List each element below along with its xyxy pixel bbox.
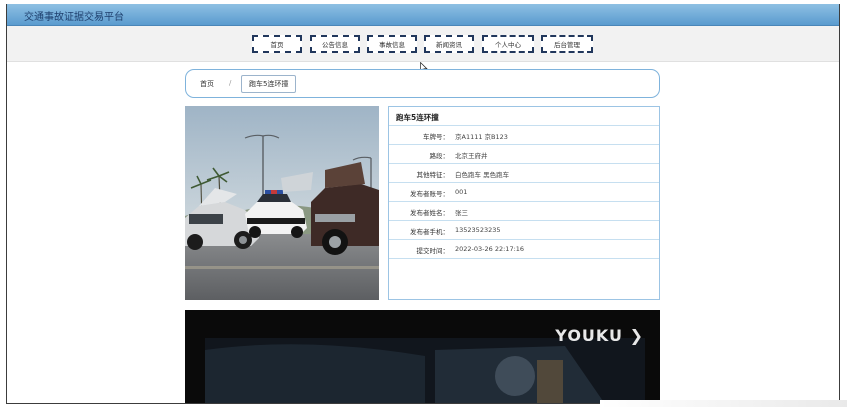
detail-row-submit-time: 提交时间： 2022-03-26 22:17:16 [389,240,659,259]
site-title: 交通事故证据交易平台 [24,12,124,23]
detail-label: 发布者手机： [410,228,449,236]
video-brand-logo: YOUKU ❯ [555,326,644,345]
detail-label: 发布者姓名： [410,209,449,217]
window-edge [600,400,847,407]
breadcrumb-current: 跑车5连环撞 [241,75,297,93]
nav-item-admin[interactable]: 后台管理 [541,35,593,53]
detail-label: 发布者账号： [410,190,449,198]
detail-value: 13523523235 [455,226,501,234]
browser-frame: 交通事故证据交易平台 首页 公告信息 事故信息 新闻资讯 个人中心 后台管理 首… [6,4,840,404]
detail-row-phone: 发布者手机： 13523523235 [389,221,659,240]
main-nav: 首页 公告信息 事故信息 新闻资讯 个人中心 后台管理 [7,26,839,62]
detail-row-road: 路段： 北京王府井 [389,145,659,164]
detail-row-features: 其他特征： 白色跑车 黑色跑车 [389,164,659,183]
breadcrumb-separator: / [229,79,232,87]
detail-value: 2022-03-26 22:17:16 [455,245,525,253]
detail-label: 路段： [429,152,450,160]
video-player[interactable]: YOUKU ❯ [185,310,660,403]
video-frame [185,310,660,403]
detail-value: 001 [455,188,468,196]
detail-row-account: 发布者账号： 001 [389,183,659,202]
detail-label: 提交时间： [416,247,450,255]
breadcrumb-home-link[interactable]: 首页 [200,79,214,89]
detail-value: 白色跑车 黑色跑车 [455,171,510,179]
detail-row-plate: 车牌号： 京A1111 京B123 [389,126,659,145]
nav-item-home[interactable]: 首页 [252,35,302,53]
breadcrumb: 首页 / 跑车5连环撞 [185,69,660,98]
detail-label: 其他特征： [416,171,450,179]
nav-item-profile[interactable]: 个人中心 [482,35,534,53]
nav-item-news[interactable]: 新闻资讯 [424,35,474,53]
nav-item-notices[interactable]: 公告信息 [310,35,360,53]
nav-item-accidents[interactable]: 事故信息 [367,35,417,53]
detail-value: 张三 [455,209,468,217]
site-header: 交通事故证据交易平台 [7,4,839,26]
accident-photo [185,106,379,300]
detail-value: 北京王府井 [455,152,488,160]
detail-label: 车牌号： [423,133,449,141]
detail-row-name: 发布者姓名： 张三 [389,202,659,221]
detail-value: 京A1111 京B123 [455,133,508,141]
detail-title: 跑车5连环撞 [389,107,659,126]
accident-detail-panel: 跑车5连环撞 车牌号： 京A1111 京B123 路段： 北京王府井 其他特征：… [388,106,660,300]
